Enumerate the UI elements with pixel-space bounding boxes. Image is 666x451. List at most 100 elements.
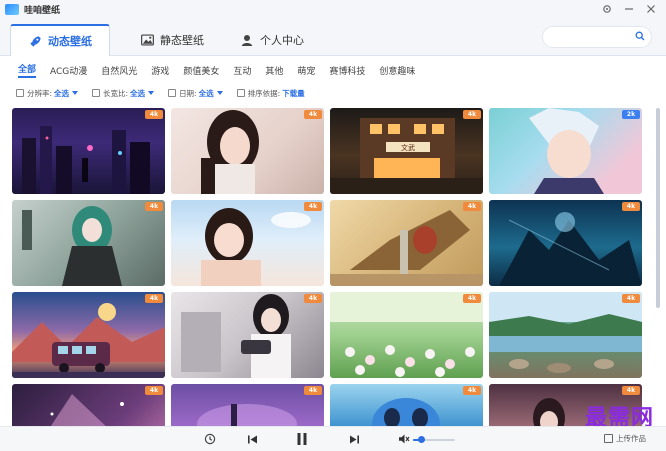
sort-filter[interactable]: 排序依据: 下载量: [236, 88, 305, 99]
wallpaper-art: [372, 398, 440, 426]
settings-icon[interactable]: [596, 0, 618, 18]
resolution-badge: 4k: [304, 202, 322, 211]
tab-label: 动态壁纸: [48, 35, 92, 48]
category-bar: 全部 ACG动漫 自然风光 游戏 颜值美女 互动 其他 萌宠 赛博科技 创意趣味: [18, 62, 429, 78]
resolution-badge: 4k: [463, 294, 481, 303]
category-interactive[interactable]: 互动: [233, 64, 251, 77]
rocket-icon: [28, 34, 42, 48]
resolution-badge: 4k: [145, 294, 163, 303]
wallpaper-art: 文武: [330, 118, 483, 194]
pause-icon[interactable]: [294, 431, 310, 447]
date-filter[interactable]: 日期: 全选: [168, 88, 223, 99]
category-nature[interactable]: 自然风光: [101, 64, 137, 77]
search-icon[interactable]: [635, 31, 645, 44]
wallpaper-card[interactable]: 4k: [12, 384, 165, 426]
category-acg[interactable]: ACG动漫: [50, 64, 87, 77]
resolution-badge: 4k: [622, 202, 640, 211]
window-controls: [596, 0, 662, 18]
wallpaper-card[interactable]: 4k: [171, 384, 324, 426]
aspect-ratio-filter[interactable]: 长宽比: 全选: [92, 88, 155, 99]
wallpaper-art: [330, 210, 483, 286]
chevron-down-icon: [216, 91, 223, 95]
resolution-badge: 4k: [622, 294, 640, 303]
calendar-icon: [168, 89, 177, 97]
timer-icon[interactable]: [202, 431, 218, 447]
filter-label: 长宽比:: [103, 88, 129, 98]
next-icon[interactable]: [346, 431, 362, 447]
tab-label: 个人中心: [260, 34, 304, 47]
resolution-badge: 4k: [304, 294, 322, 303]
wallpaper-card[interactable]: 4k: [330, 384, 483, 426]
volume-handle[interactable]: [417, 436, 425, 443]
resolution-badge: 4k: [463, 110, 481, 119]
chevron-down-icon: [72, 91, 79, 95]
wallpaper-art: [22, 206, 122, 286]
wallpaper-art: [499, 212, 642, 286]
wallpaper-card[interactable]: 4k: [330, 292, 483, 378]
wallpaper-grid: 4k 4k 文武 4k 2k 4k 4k 4k 4k 4k 4k 4k 4k 4…: [12, 108, 642, 426]
wallpaper-card[interactable]: 4k: [330, 200, 483, 286]
wallpaper-art: [50, 394, 124, 426]
resolution-icon: [16, 89, 24, 97]
search-input[interactable]: [542, 26, 652, 48]
filter-label: 日期:: [179, 88, 197, 98]
tab-static-wallpaper[interactable]: 静态壁纸: [122, 24, 222, 56]
wallpaper-art: [330, 292, 483, 377]
app-logo: [5, 3, 19, 15]
wallpaper-card[interactable]: 4k: [489, 200, 642, 286]
filter-value: 全选: [54, 88, 70, 98]
category-creative[interactable]: 创意趣味: [379, 64, 415, 77]
wallpaper-art: [12, 303, 165, 378]
resolution-filter[interactable]: 分辨率: 全选: [16, 88, 79, 99]
player-bar: 上传作品: [0, 426, 666, 451]
wallpaper-card[interactable]: 4k: [171, 292, 324, 378]
filter-value: 下载量: [282, 88, 305, 98]
category-cyber[interactable]: 赛博科技: [329, 64, 365, 77]
mute-icon[interactable]: [396, 431, 412, 447]
close-icon[interactable]: [640, 0, 662, 18]
wallpaper-card[interactable]: 4k: [489, 292, 642, 378]
category-all[interactable]: 全部: [18, 62, 37, 78]
title-bar: 哇咱壁纸: [0, 0, 666, 18]
resolution-badge: 4k: [145, 386, 163, 395]
category-other[interactable]: 其他: [265, 64, 283, 77]
previous-icon[interactable]: [244, 431, 260, 447]
wallpaper-art: [181, 294, 291, 378]
filter-label: 排序依据:: [247, 88, 281, 98]
main-tabs: 动态壁纸 静态壁纸 个人中心: [0, 18, 666, 56]
shop-sign-text: 文武: [401, 143, 415, 152]
user-icon: [240, 33, 254, 47]
wallpaper-card[interactable]: 4k: [12, 200, 165, 286]
upload-label: 上传作品: [616, 434, 646, 443]
wallpaper-card[interactable]: 4k: [171, 200, 324, 286]
resolution-badge: 4k: [145, 110, 163, 119]
wallpaper-card[interactable]: 4k: [12, 108, 165, 194]
wallpaper-art: [201, 110, 259, 194]
wallpaper-card[interactable]: 4k: [12, 292, 165, 378]
wallpaper-card[interactable]: 4k: [171, 108, 324, 194]
category-pets[interactable]: 萌宠: [297, 64, 315, 77]
category-game[interactable]: 游戏: [151, 64, 169, 77]
resolution-badge: 4k: [304, 386, 322, 395]
wallpaper-card[interactable]: 2k: [489, 108, 642, 194]
resolution-badge: 4k: [622, 386, 640, 395]
tab-personal-center[interactable]: 个人中心: [222, 24, 322, 56]
wallpaper-art: [197, 404, 297, 426]
resolution-badge: 4k: [304, 110, 322, 119]
minimize-icon[interactable]: [618, 0, 640, 18]
image-icon: [140, 33, 154, 47]
aspect-ratio-icon: [92, 89, 101, 97]
wallpaper-art: [489, 292, 642, 373]
filter-bar: 分辨率: 全选 长宽比: 全选 日期: 全选 排序依据: 下载量: [16, 87, 319, 99]
wallpaper-card[interactable]: 文武 4k: [330, 108, 483, 194]
scrollbar[interactable]: [656, 108, 660, 308]
chevron-down-icon: [148, 91, 155, 95]
filter-label: 分辨率:: [27, 88, 53, 98]
filter-value: 全选: [198, 88, 214, 98]
upload-button[interactable]: 上传作品: [604, 433, 646, 444]
wallpaper-art: [529, 108, 604, 194]
tab-dynamic-wallpaper[interactable]: 动态壁纸: [10, 24, 110, 56]
resolution-badge: 4k: [463, 386, 481, 395]
category-beauty[interactable]: 颜值美女: [183, 64, 219, 77]
resolution-badge: 2k: [622, 110, 640, 119]
